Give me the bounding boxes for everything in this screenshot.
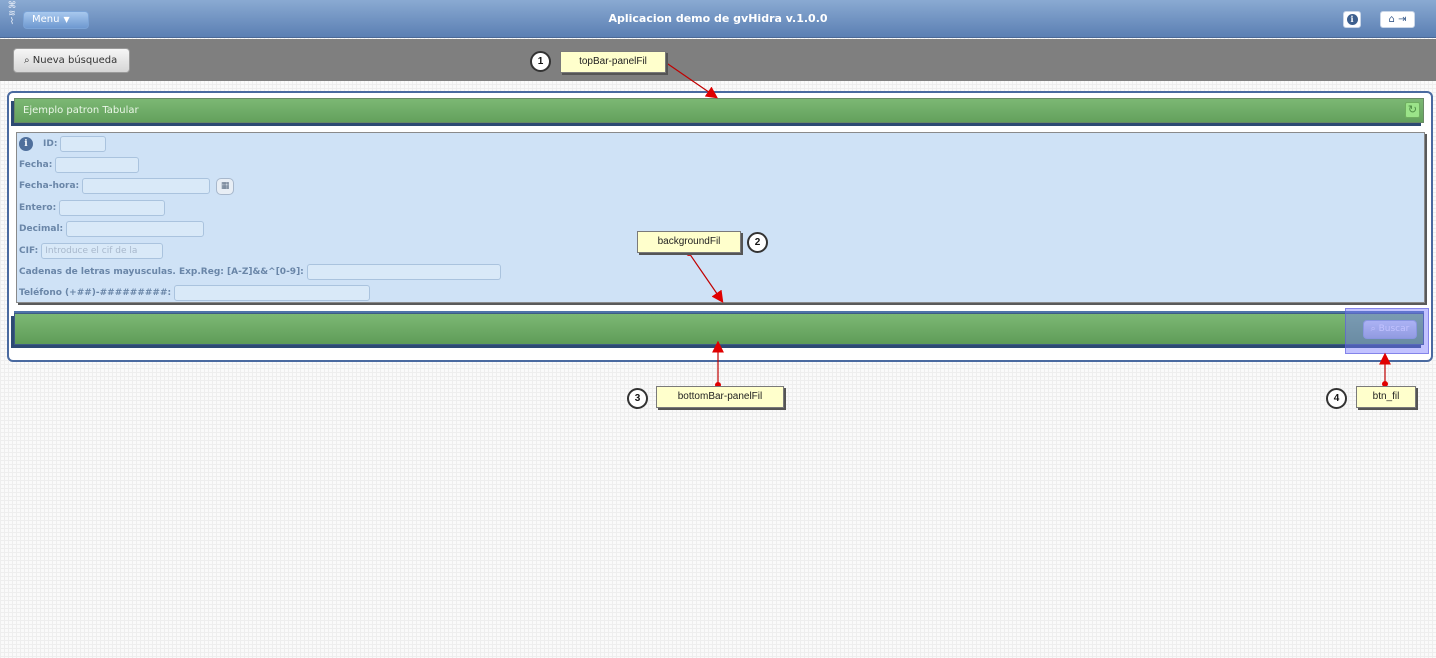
field-label-fecha-hora: Fecha-hora: bbox=[19, 181, 80, 191]
panel-title: Ejemplo patron Tabular bbox=[23, 105, 139, 116]
new-search-button[interactable]: ⌕ Nueva búsqueda bbox=[13, 48, 130, 73]
field-row-mayusculas: Cadenas de letras mayusculas. Exp.Reg: [… bbox=[19, 262, 501, 282]
callout-backgroundfil: backgroundFil bbox=[637, 231, 741, 253]
annotation-badge-1: 1 bbox=[530, 51, 551, 72]
callout-topbar-panelfil: topBar-panelFil bbox=[560, 51, 666, 73]
fecha-input[interactable] bbox=[55, 157, 140, 173]
field-row-entero: Entero: bbox=[19, 198, 166, 218]
calendar-icon[interactable]: ▦ bbox=[216, 177, 235, 195]
filter-background: i ID: Fecha: Fecha-hora: ▦ Entero: Decim… bbox=[16, 132, 1425, 303]
filter-panel: Ejemplo patron Tabular ↻ i ID: Fecha: Fe… bbox=[7, 91, 1433, 362]
field-label-cif: CIF: bbox=[19, 246, 39, 256]
field-row-decimal: Decimal: bbox=[19, 219, 205, 239]
refresh-icon[interactable]: ↻ bbox=[1405, 102, 1420, 118]
field-label-id: ID: bbox=[43, 139, 58, 149]
field-label-mayusculas: Cadenas de letras mayusculas. Exp.Reg: [… bbox=[19, 267, 304, 277]
home-logout-buttons: ⌂ ⇥ bbox=[1380, 11, 1415, 28]
decimal-input[interactable] bbox=[66, 221, 205, 237]
annotation-badge-3: 3 bbox=[627, 388, 648, 409]
home-icon[interactable]: ⌂ bbox=[1389, 14, 1395, 25]
new-search-label: Nueva búsqueda bbox=[32, 55, 118, 66]
annotation-badge-4: 4 bbox=[1326, 388, 1347, 409]
info-icon[interactable]: i bbox=[19, 137, 33, 151]
search-button-highlight bbox=[1345, 308, 1429, 354]
field-row-telefono: Teléfono (+##)-#########: bbox=[19, 283, 371, 303]
search-icon: ⌕ bbox=[24, 55, 30, 66]
info-icon: i bbox=[1346, 14, 1358, 25]
callout-btn-fil: btn_fil bbox=[1356, 386, 1416, 408]
logout-icon[interactable]: ⇥ bbox=[1398, 14, 1406, 25]
entero-input[interactable] bbox=[59, 200, 166, 216]
field-row-fecha-hora: Fecha-hora: ▦ bbox=[19, 176, 235, 196]
fecha-hora-input[interactable] bbox=[82, 178, 211, 194]
cif-input[interactable]: Introduce el cif de la bbox=[41, 243, 164, 259]
field-label-fecha: Fecha: bbox=[19, 160, 53, 170]
app-title: Aplicacion demo de gvHidra v.1.0.0 bbox=[608, 12, 828, 25]
app-header: ⌘ ≋ ⌇ Menu ▼ Aplicacion demo de gvHidra v.1… bbox=[0, 0, 1436, 38]
field-label-decimal: Decimal: bbox=[19, 224, 64, 234]
info-button[interactable]: i bbox=[1343, 11, 1361, 28]
annotation-badge-2: 2 bbox=[747, 232, 768, 253]
mayusculas-input[interactable] bbox=[306, 264, 501, 280]
field-label-entero: Entero: bbox=[19, 203, 57, 213]
field-row-fecha: Fecha: bbox=[19, 155, 140, 175]
telefono-input[interactable] bbox=[174, 285, 371, 301]
callout-bottombar-panelfil: bottomBar-panelFil bbox=[656, 386, 784, 408]
field-row-cif: CIF: Introduce el cif de la bbox=[19, 241, 164, 261]
id-input[interactable] bbox=[60, 136, 107, 152]
panel-top-bar: Ejemplo patron Tabular ↻ bbox=[14, 98, 1424, 123]
top-toolbar: ⌕ Nueva búsqueda bbox=[0, 39, 1436, 81]
panel-bottom-bar: ⌕ Buscar bbox=[14, 313, 1424, 345]
field-label-telefono: Teléfono (+##)-#########: bbox=[19, 288, 172, 298]
field-row-id: i ID: bbox=[19, 134, 107, 154]
